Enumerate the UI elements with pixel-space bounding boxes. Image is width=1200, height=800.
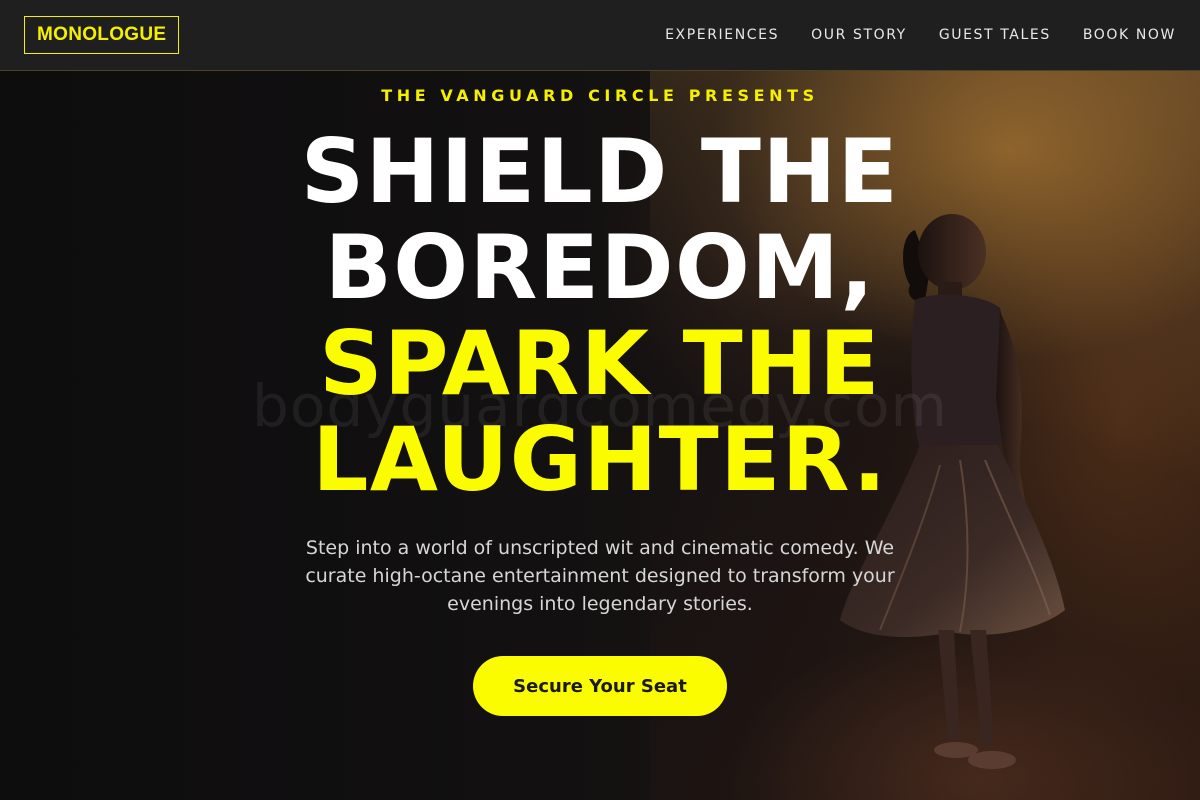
brand-logo[interactable]: MONOLOGUE (24, 16, 180, 54)
hero-eyebrow: THE VANGUARD CIRCLE PRESENTS (381, 86, 819, 105)
hero-subtext: Step into a world of unscripted wit and … (305, 537, 895, 615)
hero-headline: SHIELD THE BOREDOM, SPARK THE LAUGHTER. (0, 124, 1200, 508)
nav-link-experiences[interactable]: EXPERIENCES (665, 27, 779, 43)
headline-line-2: BOREDOM, (324, 216, 876, 319)
headline-line-4: LAUGHTER. (312, 408, 888, 511)
nav-link-book-now[interactable]: BOOK NOW (1083, 27, 1176, 43)
nav-link-our-story[interactable]: OUR STORY (811, 27, 907, 43)
top-nav: MONOLOGUE EXPERIENCES OUR STORY GUEST TA… (0, 0, 1200, 71)
nav-link-guest-tales[interactable]: GUEST TALES (939, 27, 1051, 43)
headline-line-1: SHIELD THE (300, 120, 900, 223)
secure-seat-button[interactable]: Secure Your Seat (473, 656, 727, 716)
headline-line-3: SPARK THE (319, 312, 881, 415)
nav-links: EXPERIENCES OUR STORY GUEST TALES BOOK N… (665, 27, 1176, 43)
